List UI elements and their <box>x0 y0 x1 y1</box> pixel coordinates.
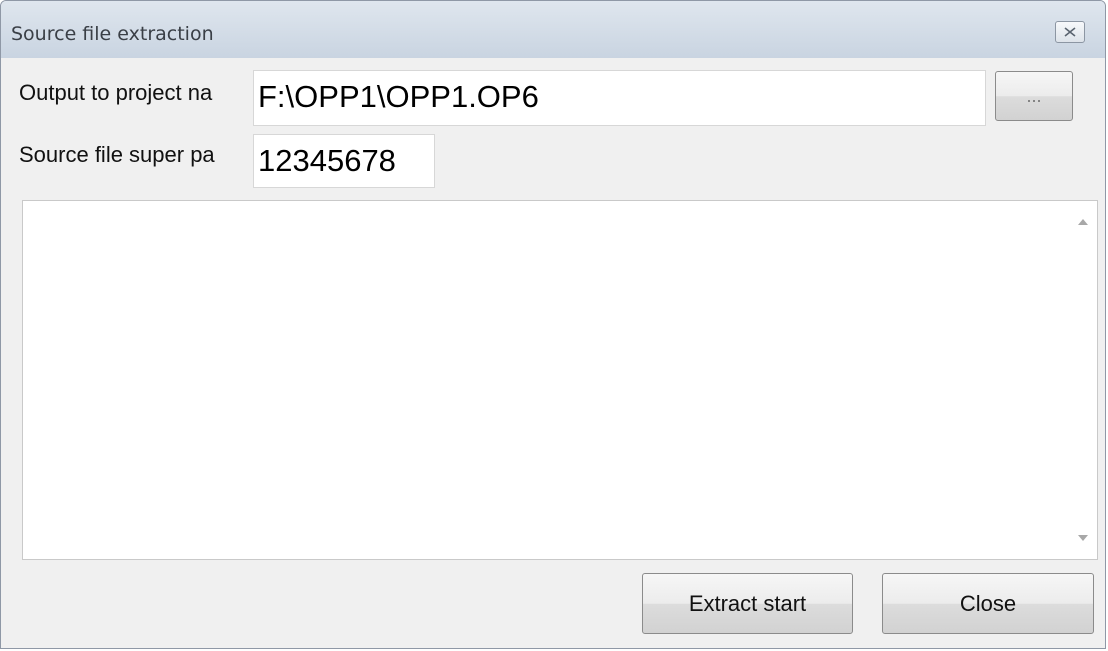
scroll-up-arrow-icon[interactable] <box>1078 219 1088 225</box>
scroll-down-arrow-icon[interactable] <box>1078 535 1088 541</box>
extraction-log-textarea[interactable] <box>22 200 1098 560</box>
output-project-field[interactable]: F:\OPP1\OPP1.OP6 <box>253 70 986 126</box>
title-bar[interactable]: Source file extraction <box>1 1 1105 58</box>
super-password-label: Source file super pa <box>19 142 215 167</box>
close-x-icon <box>1064 27 1076 37</box>
source-file-extraction-dialog: Source file extraction Output to project… <box>0 0 1106 649</box>
extract-start-button[interactable]: Extract start <box>642 573 853 634</box>
close-button[interactable]: Close <box>882 573 1094 634</box>
window-title: Source file extraction <box>11 23 214 45</box>
browse-button[interactable]: ... <box>995 71 1073 121</box>
output-project-label: Output to project na <box>19 80 213 105</box>
vertical-scrollbar[interactable] <box>1069 201 1097 559</box>
dialog-body: Output to project na F:\OPP1\OPP1.OP6 ..… <box>1 58 1105 648</box>
super-password-field[interactable]: 12345678 <box>253 134 435 188</box>
close-window-button[interactable] <box>1055 21 1085 43</box>
